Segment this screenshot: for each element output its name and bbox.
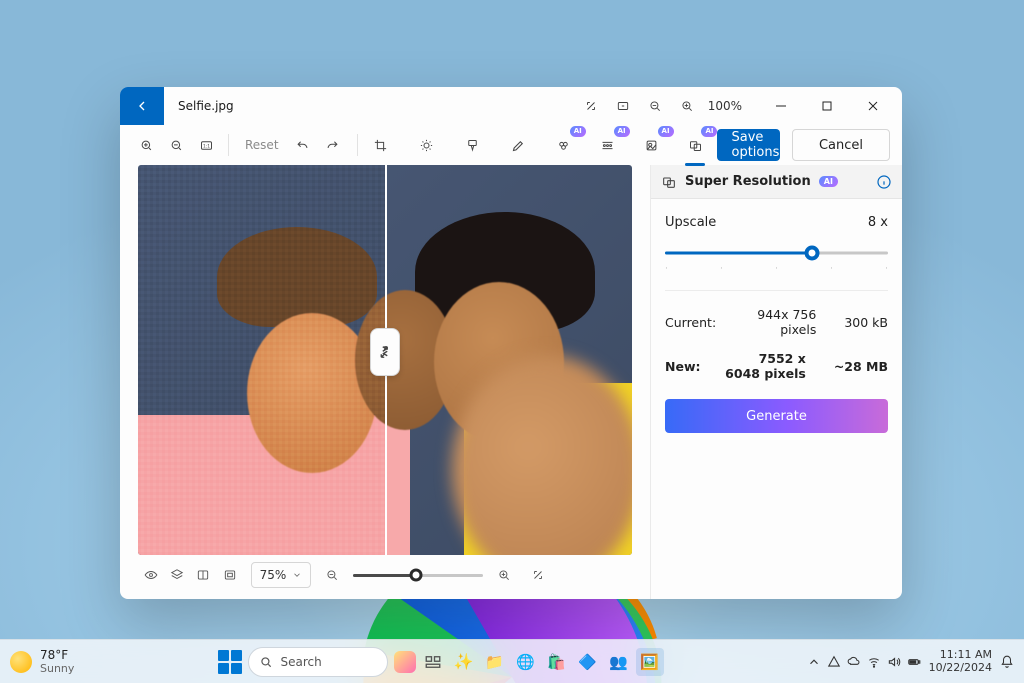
zoom-in-bottom-icon[interactable] [491,562,517,588]
zoom-level: 100% [708,99,742,113]
upscale-label: Upscale [665,215,716,230]
search-icon [259,655,273,669]
ai-badge: AI [614,126,630,137]
zoom-out-bottom-icon[interactable] [319,562,345,588]
store-icon[interactable]: 🛍️ [543,648,571,676]
weather-temp: 78°F [40,648,74,662]
slider-ticks: ····· [665,264,888,274]
restyle-ai-icon[interactable]: AI [638,131,666,159]
sun-icon [10,651,32,673]
ai-badge: AI [570,126,586,137]
zoom-dropdown[interactable]: 75% [251,562,312,588]
file-name: Selfie.jpg [178,99,234,113]
photos-app-icon[interactable]: 🖼️ [636,648,664,676]
fullscreen-icon[interactable] [576,91,606,121]
info-icon[interactable] [876,174,892,190]
new-dimensions-row: New: 7552 x 6048 pixels ~28 MB [665,351,888,381]
editor-toolbar: 1:1 Reset AI AI [120,125,902,165]
weather-widget[interactable]: 78°F Sunny [10,648,74,675]
zoom-out-tool-icon[interactable] [162,131,190,159]
current-dimensions-row: Current: 944x 756 pixels 300 kB [665,307,888,337]
task-view-icon[interactable] [419,648,447,676]
titlebar: Selfie.jpg 100% [120,87,902,125]
zoom-in-icon[interactable] [672,91,702,121]
ai-badge: AI [819,176,838,187]
panel-header: Super Resolution AI [651,165,902,199]
super-resolution-icon [661,174,677,190]
zoom-out-icon[interactable] [640,91,670,121]
adjust-icon[interactable] [413,131,441,159]
redo-icon[interactable] [319,131,347,159]
desktop: Selfie.jpg 100% [0,0,1024,683]
app-icon[interactable]: 🔷 [574,648,602,676]
erase-ai-icon[interactable]: AI [550,131,578,159]
system-tray: 11:11 AM 10/22/2024 [807,649,1014,674]
panel-title: Super Resolution [685,174,811,189]
battery-icon[interactable] [907,655,921,669]
minimize-button[interactable] [758,90,804,122]
widgets-icon[interactable] [394,651,416,673]
filter-icon[interactable] [458,131,486,159]
crop-icon[interactable] [367,131,395,159]
photos-editor-window: Selfie.jpg 100% [120,87,902,599]
layers-icon[interactable] [164,562,190,588]
taskbar: 78°F Sunny Search ✨ 📁 🌐 🛍️ 🔷 👥 🖼️ [0,639,1024,683]
file-explorer-icon[interactable]: 📁 [481,648,509,676]
close-button[interactable] [850,90,896,122]
canvas-bottom-bar: 75% [138,555,632,589]
taskbar-search[interactable]: Search [248,647,388,677]
image-canvas[interactable] [138,165,632,555]
wifi-icon[interactable] [867,655,881,669]
start-button[interactable] [218,650,242,674]
reset-button[interactable]: Reset [237,131,287,159]
image-canvas-area: 75% [120,165,650,599]
svg-text:1:1: 1:1 [202,143,209,149]
super-resolution-ai-icon[interactable]: AI [681,131,709,159]
compare-view-icon[interactable] [190,562,216,588]
pixelated-overlay [138,165,385,555]
chevron-up-icon[interactable] [807,655,821,669]
generate-button[interactable]: Generate [665,399,888,433]
zoom-in-tool-icon[interactable] [132,131,160,159]
background-ai-icon[interactable]: AI [594,131,622,159]
back-button[interactable] [120,87,164,125]
fit-icon[interactable] [217,562,243,588]
chevron-down-icon [292,570,302,580]
maximize-button[interactable] [804,90,850,122]
tray-icon[interactable] [827,655,841,669]
aspect-ratio-icon[interactable]: 1:1 [192,131,220,159]
teams-icon[interactable]: 👥 [605,648,633,676]
super-resolution-panel: Super Resolution AI Upscale 8 x [650,165,902,599]
upscale-slider[interactable] [665,244,888,262]
onedrive-icon[interactable] [847,655,861,669]
weather-desc: Sunny [40,662,74,675]
fullscreen-bottom-icon[interactable] [525,562,551,588]
undo-icon[interactable] [289,131,317,159]
fit-to-window-icon[interactable] [608,91,638,121]
eye-icon[interactable] [138,562,164,588]
zoom-slider[interactable] [353,568,483,582]
edge-icon[interactable]: 🌐 [512,648,540,676]
upscale-value: 8 x [868,215,888,230]
markup-icon[interactable] [504,131,532,159]
clock[interactable]: 11:11 AM 10/22/2024 [929,649,992,674]
notifications-icon[interactable] [1000,655,1014,669]
cancel-button[interactable]: Cancel [792,129,890,161]
copilot-icon[interactable]: ✨ [450,648,478,676]
compare-handle[interactable] [370,328,400,376]
save-options-button[interactable]: Save options [717,129,779,161]
volume-icon[interactable] [887,655,901,669]
ai-badge: AI [658,126,674,137]
ai-badge: AI [701,126,717,137]
search-placeholder: Search [281,655,322,669]
